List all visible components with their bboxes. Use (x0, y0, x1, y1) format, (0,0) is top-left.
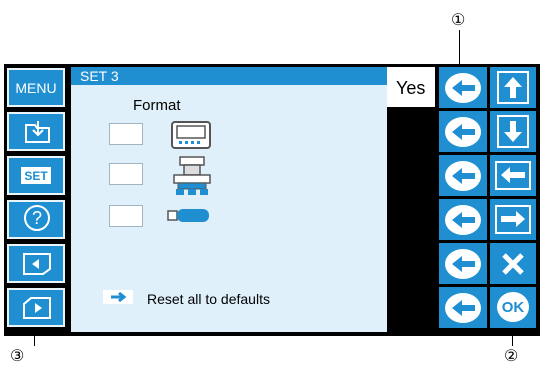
lcd-display-icon (171, 121, 211, 149)
reset-label: Reset all to defaults (147, 291, 270, 307)
embroidery-machine-icon (173, 156, 211, 195)
ok-icon: OK (497, 292, 529, 322)
back-arrow-icon (445, 117, 481, 147)
previous-page-button[interactable] (7, 244, 65, 283)
ok-button[interactable]: OK (490, 287, 536, 328)
next-page-icon (23, 297, 51, 319)
close-icon (502, 253, 524, 275)
back-arrow-icon (445, 161, 481, 191)
select-row-1-button[interactable] (439, 67, 487, 108)
screen-title: SET 3 (80, 68, 119, 84)
cancel-button[interactable] (490, 243, 536, 284)
right-button[interactable] (490, 199, 536, 240)
back-arrow-icon (445, 293, 481, 323)
set-button[interactable]: SET (7, 156, 65, 195)
back-arrow-icon (445, 249, 481, 279)
previous-page-icon (23, 253, 51, 275)
down-arrow-icon (497, 115, 529, 148)
left-button[interactable] (490, 155, 536, 196)
format-value-machine[interactable] (109, 163, 143, 185)
back-arrow-icon (445, 205, 481, 235)
menu-label: MENU (15, 79, 57, 96)
format-heading: Format (133, 97, 181, 114)
callout-1: ① (451, 12, 466, 29)
select-row-5-button[interactable] (439, 243, 487, 284)
up-arrow-icon (497, 71, 529, 104)
back-arrow-icon (445, 73, 481, 103)
reset-arrow-box[interactable] (103, 290, 133, 304)
format-value-usb[interactable] (109, 205, 143, 227)
up-button[interactable] (490, 67, 536, 108)
select-row-6-button[interactable] (439, 287, 487, 328)
open-file-button[interactable] (7, 112, 65, 151)
format-value-display[interactable] (109, 123, 143, 145)
set-icon: SET (21, 167, 51, 184)
next-page-button[interactable] (7, 288, 65, 327)
help-button[interactable]: ? (7, 200, 65, 239)
right-arrow-icon (495, 205, 531, 234)
menu-button[interactable]: MENU (7, 68, 65, 107)
select-row-3-button[interactable] (439, 155, 487, 196)
select-row-4-button[interactable] (439, 199, 487, 240)
down-button[interactable] (490, 111, 536, 152)
folder-open-icon (25, 121, 50, 143)
help-icon: ? (24, 205, 50, 231)
callout-2: ② (504, 348, 519, 365)
callout-3: ③ (10, 348, 25, 365)
reset-arrow-icon (111, 291, 127, 303)
confirm-label: Yes (396, 78, 426, 98)
left-arrow-icon (495, 161, 531, 190)
usb-drive-icon (167, 209, 209, 222)
select-row-2-button[interactable] (439, 111, 487, 152)
